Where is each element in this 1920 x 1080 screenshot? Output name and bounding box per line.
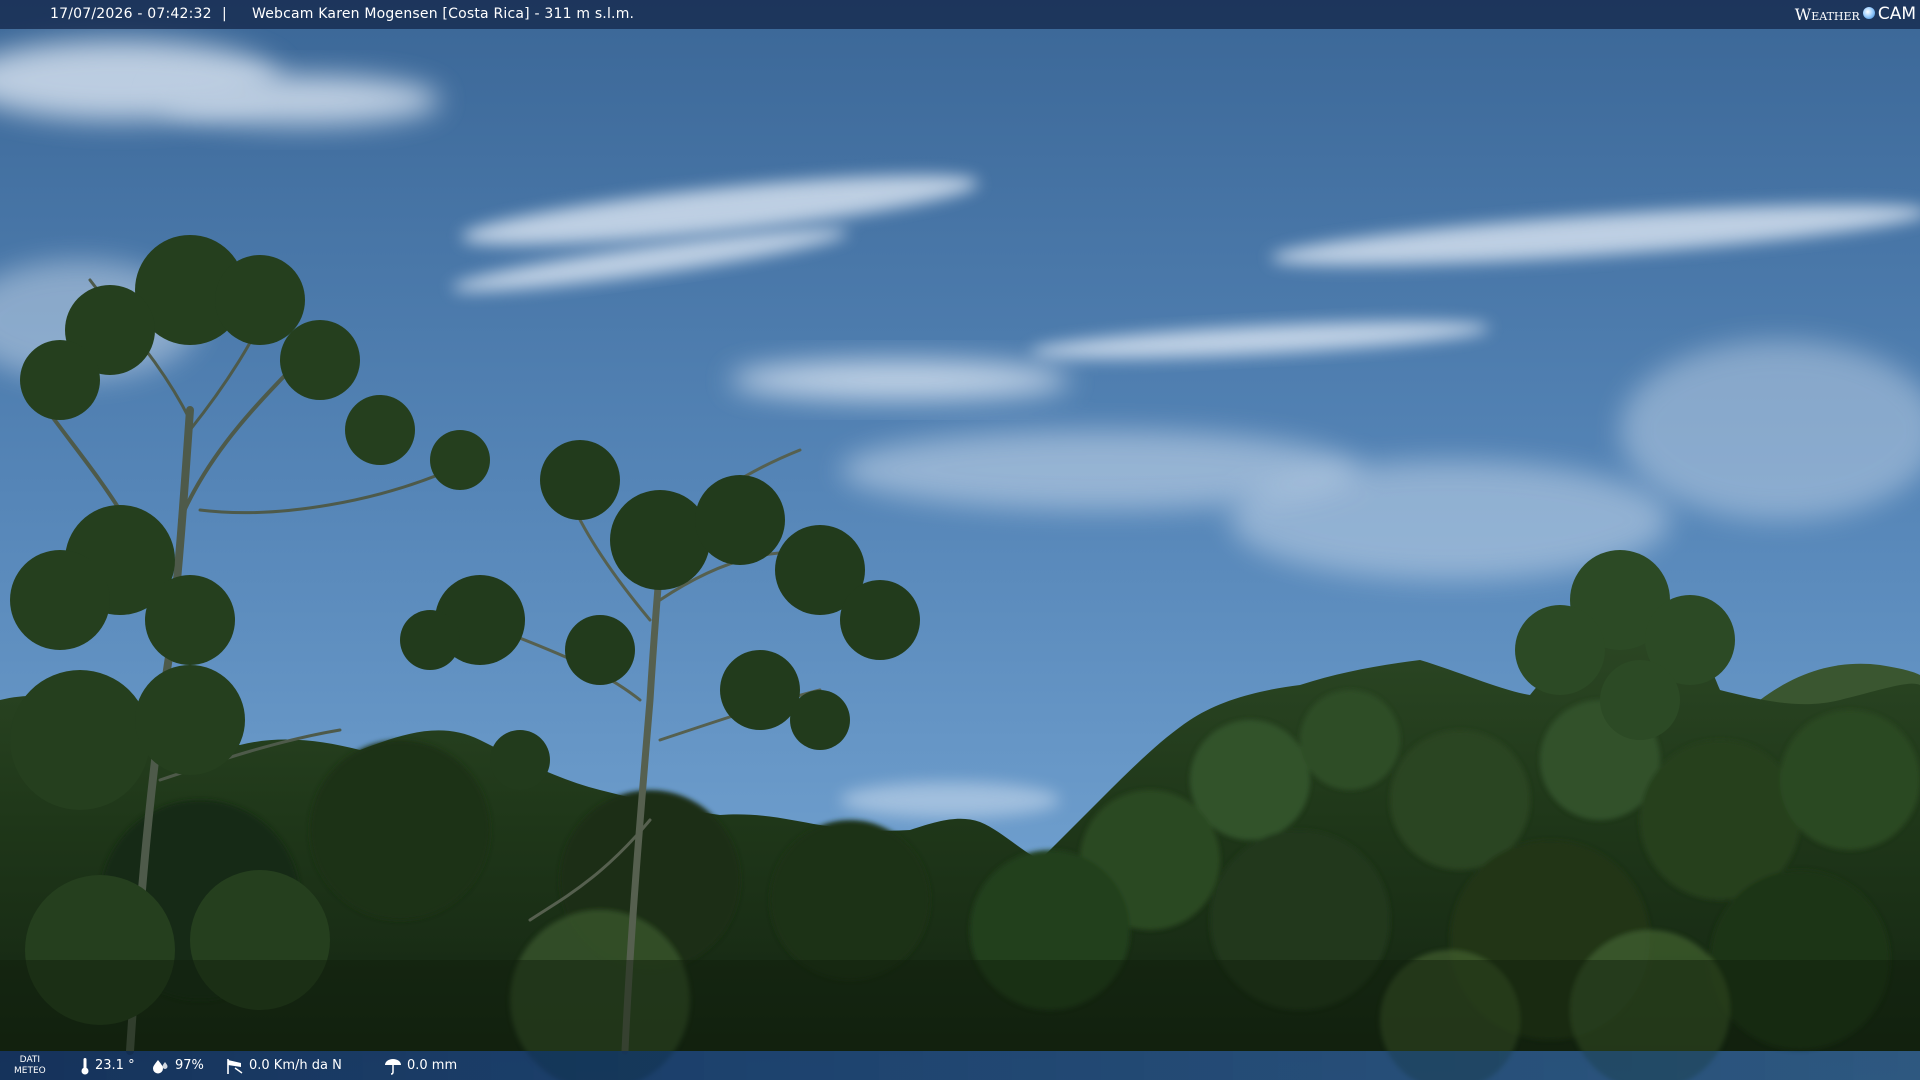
weather-label-line2: METEO [14, 1065, 46, 1076]
weather-label-line1: DATI [19, 1054, 41, 1065]
weather-data-bar: DATI METEO 23.1 ° 97% 0.0 Km/h da N 0.0 … [0, 1051, 1920, 1080]
humidity-drop-icon [152, 1058, 170, 1074]
separator: | [222, 6, 227, 22]
logo-globe-icon [1862, 6, 1875, 19]
rain-value: 0.0 mm [407, 1058, 458, 1073]
humidity-reading: 97% [152, 1051, 204, 1080]
wind-sock-icon [226, 1057, 244, 1075]
logo-text-cam: CAM [1877, 4, 1916, 24]
webcam-scene [0, 0, 1920, 1080]
logo-text-weather: Weather [1794, 5, 1860, 24]
weather-data-label: DATI METEO [14, 1051, 46, 1080]
temperature-value: 23.1 ° [95, 1058, 135, 1073]
temperature-reading: 23.1 ° [80, 1051, 135, 1080]
wind-reading: 0.0 Km/h da N [226, 1051, 342, 1080]
wind-value: 0.0 Km/h da N [249, 1058, 342, 1073]
webcam-frame: 17/07/2026 - 07:42:32 | Webcam Karen Mog… [0, 0, 1920, 1080]
thermometer-icon [80, 1057, 90, 1075]
ground-shadow [0, 960, 1920, 1051]
humidity-value: 97% [175, 1058, 204, 1073]
camera-title: Webcam Karen Mogensen [Costa Rica] - 311… [252, 6, 635, 22]
weathercam-logo: Weather CAM [1795, 0, 1916, 29]
top-overlay-bar: 17/07/2026 - 07:42:32 | Webcam Karen Mog… [0, 0, 1920, 29]
rain-umbrella-icon [384, 1057, 402, 1075]
rain-reading: 0.0 mm [384, 1051, 457, 1080]
timestamp: 17/07/2026 - 07:42:32 [50, 6, 212, 22]
